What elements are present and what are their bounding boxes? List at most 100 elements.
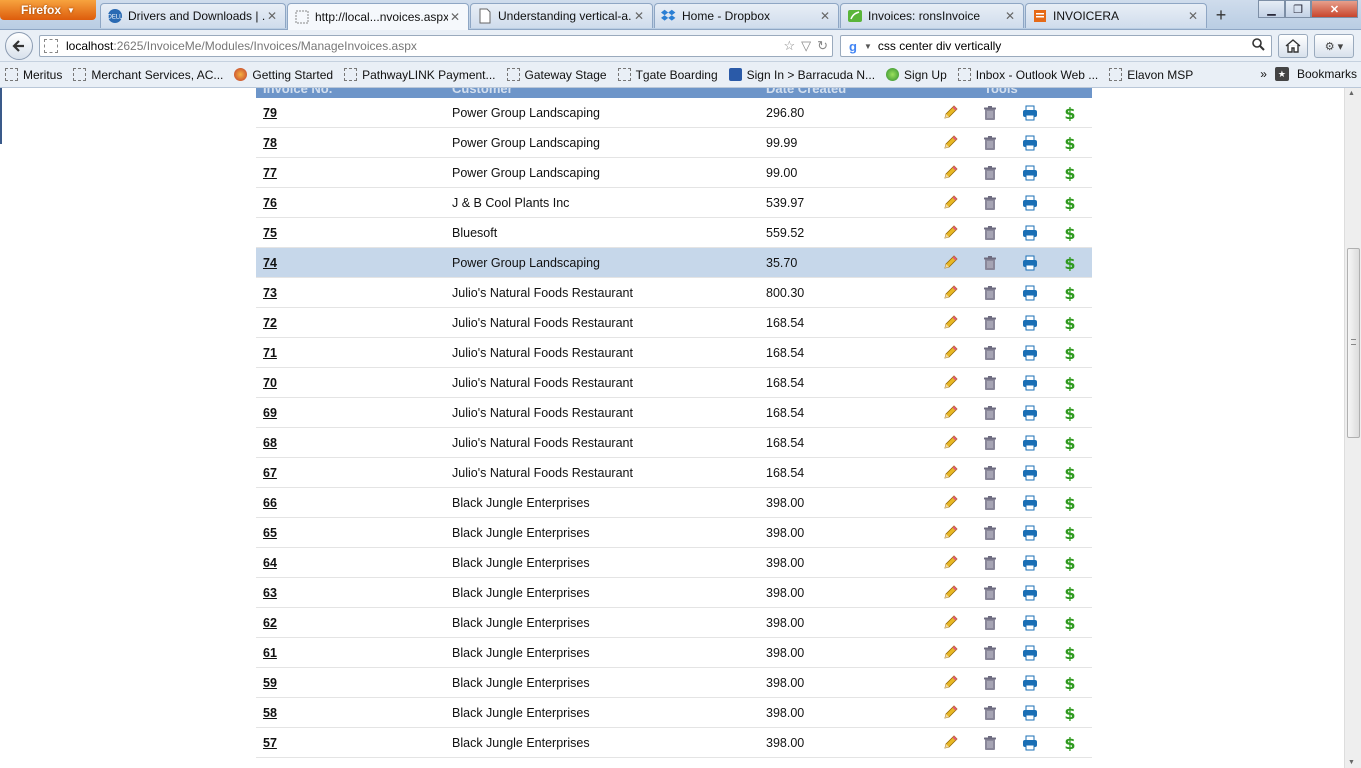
trash-delete-icon[interactable] [982, 585, 998, 601]
pencil-edit-icon[interactable] [942, 435, 958, 451]
close-icon[interactable]: ✕ [818, 9, 832, 23]
table-row[interactable]: 76 J & B Cool Plants Inc 539.97 $ [256, 188, 1092, 218]
printer-icon[interactable] [1022, 675, 1038, 691]
dollar-payment-icon[interactable]: $ [1062, 165, 1078, 181]
dollar-payment-icon[interactable]: $ [1062, 135, 1078, 151]
close-icon[interactable]: ✕ [448, 10, 462, 24]
invoice-number-link[interactable]: 73 [263, 286, 277, 300]
printer-icon[interactable] [1022, 195, 1038, 211]
search-input[interactable]: css center div vertically [878, 39, 1001, 53]
dollar-payment-icon[interactable]: $ [1062, 675, 1078, 691]
google-search-engine-icon[interactable]: g [845, 38, 861, 54]
printer-icon[interactable] [1022, 135, 1038, 151]
printer-icon[interactable] [1022, 255, 1038, 271]
table-row[interactable]: 58 Black Jungle Enterprises 398.00 $ [256, 698, 1092, 728]
bookmark-star-icon[interactable]: ☆ [783, 38, 795, 54]
dollar-payment-icon[interactable]: $ [1062, 375, 1078, 391]
new-tab-plus-icon[interactable]: + [1208, 4, 1234, 26]
dollar-payment-icon[interactable]: $ [1062, 105, 1078, 121]
maximize-icon[interactable]: ❐ [1285, 0, 1311, 18]
pencil-edit-icon[interactable] [942, 675, 958, 691]
pencil-edit-icon[interactable] [942, 165, 958, 181]
trash-delete-icon[interactable] [982, 135, 998, 151]
printer-icon[interactable] [1022, 405, 1038, 421]
invoice-number-link[interactable]: 65 [263, 526, 277, 540]
dollar-payment-icon[interactable]: $ [1062, 465, 1078, 481]
dollar-payment-icon[interactable]: $ [1062, 525, 1078, 541]
table-row[interactable]: 77 Power Group Landscaping 99.00 $ [256, 158, 1092, 188]
table-row[interactable]: 79 Power Group Landscaping 296.80 $ [256, 98, 1092, 128]
minimize-icon[interactable]: ▁ [1258, 0, 1285, 18]
trash-delete-icon[interactable] [982, 375, 998, 391]
trash-delete-icon[interactable] [982, 285, 998, 301]
pencil-edit-icon[interactable] [942, 315, 958, 331]
table-row[interactable]: 57 Black Jungle Enterprises 398.00 $ [256, 728, 1092, 758]
dollar-payment-icon[interactable]: $ [1062, 495, 1078, 511]
printer-icon[interactable] [1022, 315, 1038, 331]
invoice-number-link[interactable]: 69 [263, 406, 277, 420]
pencil-edit-icon[interactable] [942, 285, 958, 301]
trash-delete-icon[interactable] [982, 435, 998, 451]
bookmark-barracuda[interactable]: Sign In > Barracuda N... [728, 68, 875, 82]
header-date-created[interactable]: Date Created [766, 88, 846, 96]
invoice-number-link[interactable]: 67 [263, 466, 277, 480]
dollar-payment-icon[interactable]: $ [1062, 735, 1078, 751]
reload-icon[interactable]: ↻ [817, 38, 828, 54]
invoice-number-link[interactable]: 63 [263, 586, 277, 600]
invoice-number-link[interactable]: 62 [263, 616, 277, 630]
trash-delete-icon[interactable] [982, 405, 998, 421]
pencil-edit-icon[interactable] [942, 375, 958, 391]
table-row[interactable]: 78 Power Group Landscaping 99.99 $ [256, 128, 1092, 158]
dollar-payment-icon[interactable]: $ [1062, 585, 1078, 601]
tab-vertical-align[interactable]: Understanding vertical-a... ✕ [470, 3, 653, 28]
printer-icon[interactable] [1022, 495, 1038, 511]
printer-icon[interactable] [1022, 525, 1038, 541]
vertical-scrollbar[interactable]: ▲ ▼ [1344, 88, 1361, 768]
invoice-number-link[interactable]: 72 [263, 316, 277, 330]
bookmarks-menu-icon[interactable]: ★ [1274, 67, 1289, 81]
table-row[interactable]: 61 Black Jungle Enterprises 398.00 $ [256, 638, 1092, 668]
invoice-number-link[interactable]: 58 [263, 706, 277, 720]
printer-icon[interactable] [1022, 375, 1038, 391]
table-row[interactable]: 70 Julio's Natural Foods Restaurant 168.54… [256, 368, 1092, 398]
invoice-number-link[interactable]: 66 [263, 496, 277, 510]
pencil-edit-icon[interactable] [942, 195, 958, 211]
dollar-payment-icon[interactable]: $ [1062, 225, 1078, 241]
invoice-number-link[interactable]: 59 [263, 676, 277, 690]
pencil-edit-icon[interactable] [942, 345, 958, 361]
table-row[interactable]: 69 Julio's Natural Foods Restaurant 168.54… [256, 398, 1092, 428]
pencil-edit-icon[interactable] [942, 585, 958, 601]
home-icon[interactable] [1278, 34, 1308, 58]
pencil-edit-icon[interactable] [942, 705, 958, 721]
trash-delete-icon[interactable] [982, 465, 998, 481]
close-icon[interactable]: ✕ [1186, 9, 1200, 23]
dollar-payment-icon[interactable]: $ [1062, 285, 1078, 301]
close-icon[interactable]: ✕ [632, 9, 646, 23]
scroll-up-arrow-icon[interactable]: ▲ [1348, 90, 1355, 97]
pencil-edit-icon[interactable] [942, 615, 958, 631]
table-row[interactable]: 62 Black Jungle Enterprises 398.00 $ [256, 608, 1092, 638]
table-row[interactable]: 65 Black Jungle Enterprises 398.00 $ [256, 518, 1092, 548]
invoice-number-link[interactable]: 75 [263, 226, 277, 240]
dollar-payment-icon[interactable]: $ [1062, 255, 1078, 271]
table-row[interactable]: 71 Julio's Natural Foods Restaurant 168.54… [256, 338, 1092, 368]
printer-icon[interactable] [1022, 435, 1038, 451]
trash-delete-icon[interactable] [982, 315, 998, 331]
bookmark-meritus[interactable]: Meritus [5, 68, 62, 82]
bookmark-elavon-msp[interactable]: Elavon MSP [1109, 68, 1193, 82]
dollar-payment-icon[interactable]: $ [1062, 435, 1078, 451]
invoice-number-link[interactable]: 68 [263, 436, 277, 450]
trash-delete-icon[interactable] [982, 735, 998, 751]
bookmark-pathwaylink[interactable]: PathwayLINK Payment... [344, 68, 496, 82]
tab-dropbox[interactable]: Home - Dropbox ✕ [654, 3, 839, 28]
dollar-payment-icon[interactable]: $ [1062, 405, 1078, 421]
dollar-payment-icon[interactable]: $ [1062, 705, 1078, 721]
trash-delete-icon[interactable] [982, 615, 998, 631]
printer-icon[interactable] [1022, 645, 1038, 661]
pencil-edit-icon[interactable] [942, 105, 958, 121]
pencil-edit-icon[interactable] [942, 255, 958, 271]
bookmark-gateway-stage[interactable]: Gateway Stage [506, 68, 607, 82]
dollar-payment-icon[interactable]: $ [1062, 315, 1078, 331]
pencil-edit-icon[interactable] [942, 735, 958, 751]
invoice-number-link[interactable]: 76 [263, 196, 277, 210]
